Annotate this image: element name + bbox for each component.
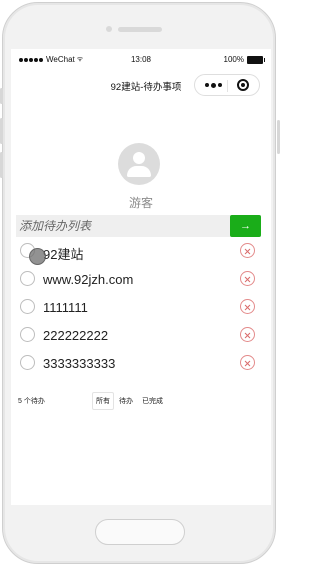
delete-icon[interactable] — [240, 243, 255, 258]
page-title: 92建站-待办事项 — [110, 82, 182, 93]
touch-indicator — [29, 248, 46, 265]
battery-icon — [247, 55, 265, 64]
delete-icon[interactable] — [240, 299, 255, 314]
volume-down-button — [0, 152, 3, 178]
home-button[interactable] — [95, 519, 185, 545]
todo-checkbox[interactable] — [20, 355, 35, 370]
todo-text[interactable]: www.92jzh.com — [43, 272, 133, 287]
todo-checkbox[interactable] — [20, 327, 35, 342]
volume-up-button — [0, 118, 3, 144]
todo-footer: 5 个待办 所有 待办 已完成 — [11, 391, 271, 410]
miniprogram-capsule — [194, 74, 260, 96]
todo-text[interactable]: 3333333333 — [43, 356, 115, 371]
add-todo-input[interactable] — [16, 215, 228, 237]
capsule-divider — [227, 80, 228, 92]
user-nickname: 游客 — [128, 196, 153, 210]
todo-checkbox[interactable] — [20, 271, 35, 286]
todo-list: 92建站 www.92jzh.com 1111111 222222222 333… — [11, 237, 271, 377]
status-bar: WeChat ᯤ 13:08 100% — [11, 49, 271, 69]
avatar-body — [127, 166, 151, 177]
capsule-close-icon[interactable] — [237, 79, 249, 91]
todo-checkbox[interactable] — [20, 299, 35, 314]
battery-percent: 100% — [223, 55, 244, 64]
ellipsis-icon[interactable] — [205, 82, 222, 88]
navigation-bar: 92建站-待办事项 — [11, 69, 271, 101]
app-screen: WeChat ᯤ 13:08 100% 92建站-待办事项 游客 → — [11, 49, 271, 505]
power-button — [277, 120, 280, 154]
delete-icon[interactable] — [240, 271, 255, 286]
todo-item: www.92jzh.com — [11, 265, 271, 293]
mute-switch — [0, 88, 3, 104]
todo-count: 5 个待办 — [18, 398, 45, 405]
todo-item: 222222222 — [11, 321, 271, 349]
battery-group: 100% — [223, 55, 265, 64]
earpiece-speaker — [118, 27, 162, 32]
front-camera — [106, 26, 112, 32]
todo-item: 3333333333 — [11, 349, 271, 377]
filter-active[interactable]: 待办 — [115, 392, 137, 410]
todo-text[interactable]: 92建站 — [43, 244, 83, 263]
add-todo-button[interactable]: → — [230, 215, 261, 237]
avatar-head — [133, 152, 145, 164]
filter-completed[interactable]: 已完成 — [138, 392, 167, 410]
todo-item: 1111111 — [11, 293, 271, 321]
todo-item: 92建站 — [11, 237, 271, 265]
delete-icon[interactable] — [240, 355, 255, 370]
filter-all[interactable]: 所有 — [92, 392, 114, 410]
battery-fill — [248, 56, 262, 63]
filter-tabs: 所有 待办 已完成 — [92, 392, 167, 410]
delete-icon[interactable] — [240, 327, 255, 342]
default-avatar-icon — [118, 143, 160, 185]
todo-text[interactable]: 222222222 — [43, 328, 108, 343]
add-todo-bar: → — [16, 215, 261, 237]
todo-text[interactable]: 1111111 — [43, 300, 88, 315]
